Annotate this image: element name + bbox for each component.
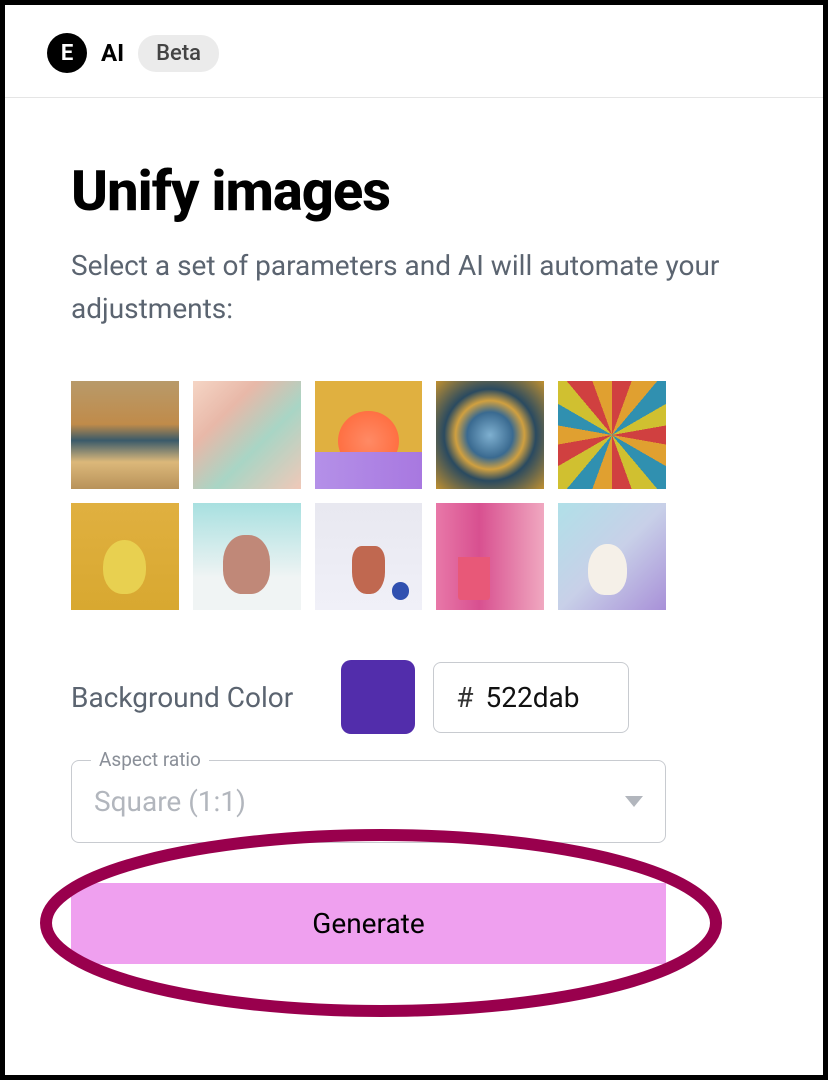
- page-subtitle: Select a set of parameters and AI will a…: [71, 244, 757, 331]
- beta-badge: Beta: [138, 35, 219, 72]
- thumbnail-image[interactable]: [558, 503, 666, 611]
- thumbnail-image[interactable]: [71, 381, 179, 489]
- page-title: Unify images: [71, 158, 757, 224]
- generate-button[interactable]: Generate: [71, 883, 666, 964]
- thumbnail-image[interactable]: [315, 503, 423, 611]
- generate-button-area: Generate: [41, 883, 721, 964]
- background-color-row: Background Color #: [71, 660, 757, 734]
- thumbnail-image[interactable]: [193, 381, 301, 489]
- generate-button-label: Generate: [312, 907, 424, 940]
- elementor-logo-icon: E: [47, 33, 87, 73]
- thumbnail-image[interactable]: [315, 381, 423, 489]
- thumbnail-image[interactable]: [436, 503, 544, 611]
- main-content: Unify images Select a set of parameters …: [5, 98, 823, 994]
- header-bar: E AI Beta: [5, 5, 823, 98]
- background-color-label: Background Color: [71, 681, 293, 714]
- image-thumbnail-grid: [71, 381, 666, 611]
- hex-prefix: #: [456, 681, 473, 714]
- hex-input-box[interactable]: #: [433, 662, 628, 733]
- aspect-ratio-legend: Aspect ratio: [91, 748, 209, 771]
- aspect-ratio-field: Aspect ratio Square (1:1): [71, 760, 757, 843]
- thumbnail-image[interactable]: [558, 381, 666, 489]
- chevron-down-icon: [625, 796, 643, 807]
- thumbnail-image[interactable]: [436, 381, 544, 489]
- hex-input[interactable]: [486, 681, 606, 714]
- logo-letter: E: [61, 41, 73, 66]
- ai-label: AI: [101, 39, 124, 67]
- thumbnail-image[interactable]: [193, 503, 301, 611]
- aspect-ratio-select[interactable]: Square (1:1): [71, 760, 666, 843]
- color-swatch[interactable]: [341, 660, 415, 734]
- aspect-ratio-value: Square (1:1): [94, 785, 246, 818]
- thumbnail-image[interactable]: [71, 503, 179, 611]
